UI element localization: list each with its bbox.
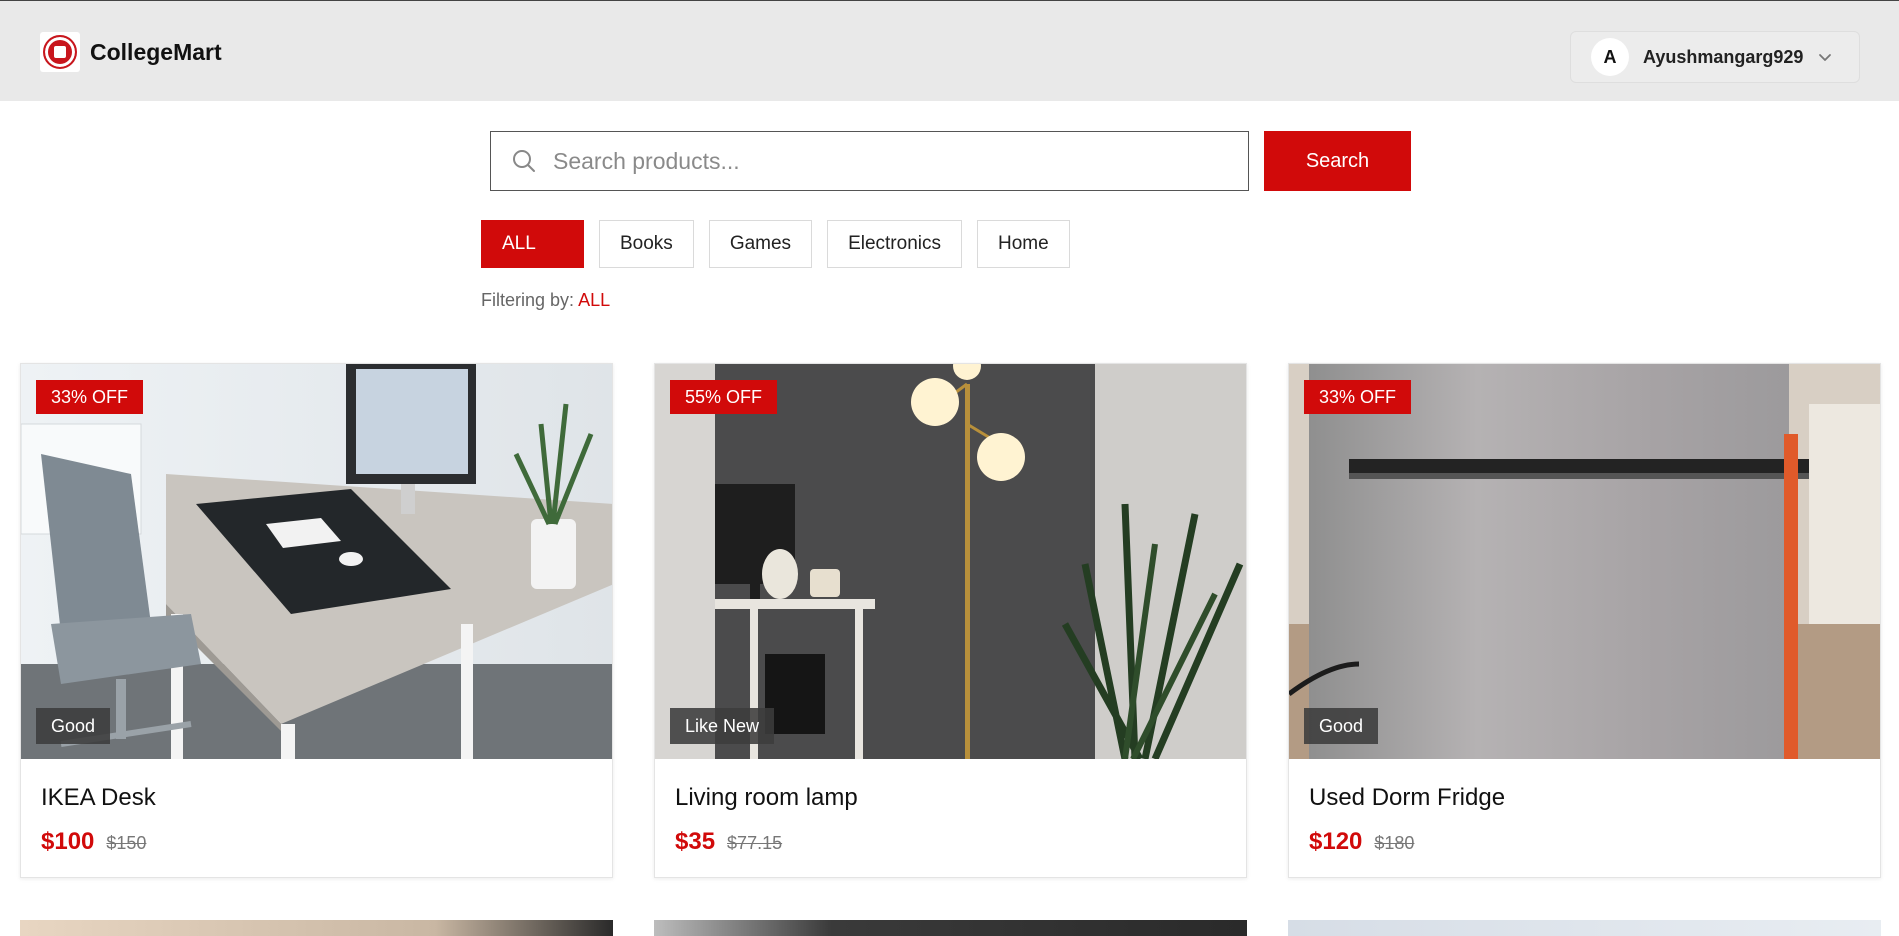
- discount-badge: 55% OFF: [670, 380, 778, 414]
- filter-chip-books[interactable]: Books: [599, 220, 694, 268]
- filter-chip-home[interactable]: Home: [976, 220, 1070, 268]
- filter-status: Filtering by: ALL: [481, 290, 610, 311]
- product-card[interactable]: 33% OFF Good Used Dorm Fridge $120 $180: [1288, 363, 1881, 878]
- price-row: $35 $77.15: [675, 828, 782, 856]
- discount-badge: 33% OFF: [36, 380, 144, 414]
- condition-badge: Like New: [670, 708, 775, 744]
- top-header: CollegeMart A Ayushmangarg929: [0, 0, 1899, 101]
- collegemart-logo[interactable]: [40, 32, 80, 72]
- product-card-partial[interactable]: [654, 920, 1247, 936]
- username: Ayushmangarg929: [1643, 46, 1804, 67]
- search-button[interactable]: Search: [1264, 131, 1411, 191]
- product-title[interactable]: Living room lamp: [675, 784, 858, 812]
- seal-icon: [43, 35, 77, 69]
- product-image-lamp[interactable]: 55% OFF Like New: [655, 364, 1246, 759]
- category-filters: ALL Books Games Electronics Home: [481, 220, 1070, 268]
- search-box[interactable]: [490, 131, 1249, 191]
- product-original-price: $150: [106, 833, 147, 853]
- product-original-price: $77.15: [727, 833, 783, 853]
- chevron-down-icon: [1819, 54, 1832, 61]
- product-title[interactable]: Used Dorm Fridge: [1309, 784, 1505, 812]
- search-icon: [513, 150, 535, 172]
- product-price: $35: [675, 828, 716, 855]
- product-title[interactable]: IKEA Desk: [41, 784, 156, 812]
- filter-chip-electronics[interactable]: Electronics: [827, 220, 962, 268]
- product-image-fridge[interactable]: 33% OFF Good: [1289, 364, 1880, 759]
- user-menu-button[interactable]: A Ayushmangarg929: [1570, 31, 1860, 83]
- condition-badge: Good: [36, 708, 111, 744]
- condition-badge: Good: [1304, 708, 1379, 744]
- product-price: $120: [1309, 828, 1363, 855]
- filter-chip-games[interactable]: Games: [708, 220, 813, 268]
- brand-name[interactable]: CollegeMart: [90, 39, 222, 66]
- price-row: $100 $150: [41, 828, 146, 856]
- product-original-price: $180: [1374, 833, 1415, 853]
- product-price: $100: [41, 828, 95, 855]
- product-card[interactable]: 33% OFF Good IKEA Desk $100 $150: [20, 363, 613, 878]
- product-card-partial[interactable]: [1288, 920, 1881, 936]
- filter-status-label: Filtering by:: [481, 290, 575, 310]
- price-row: $120 $180: [1309, 828, 1414, 856]
- product-image-desk[interactable]: 33% OFF Good: [21, 364, 612, 759]
- discount-badge: 33% OFF: [1304, 380, 1412, 414]
- filter-status-value: ALL: [578, 290, 611, 310]
- avatar: A: [1591, 38, 1629, 76]
- filter-chip-all[interactable]: ALL: [481, 220, 584, 268]
- product-card-partial[interactable]: [20, 920, 613, 936]
- product-card[interactable]: 55% OFF Like New Living room lamp $35 $7…: [654, 363, 1247, 878]
- search-input[interactable]: [553, 147, 1233, 175]
